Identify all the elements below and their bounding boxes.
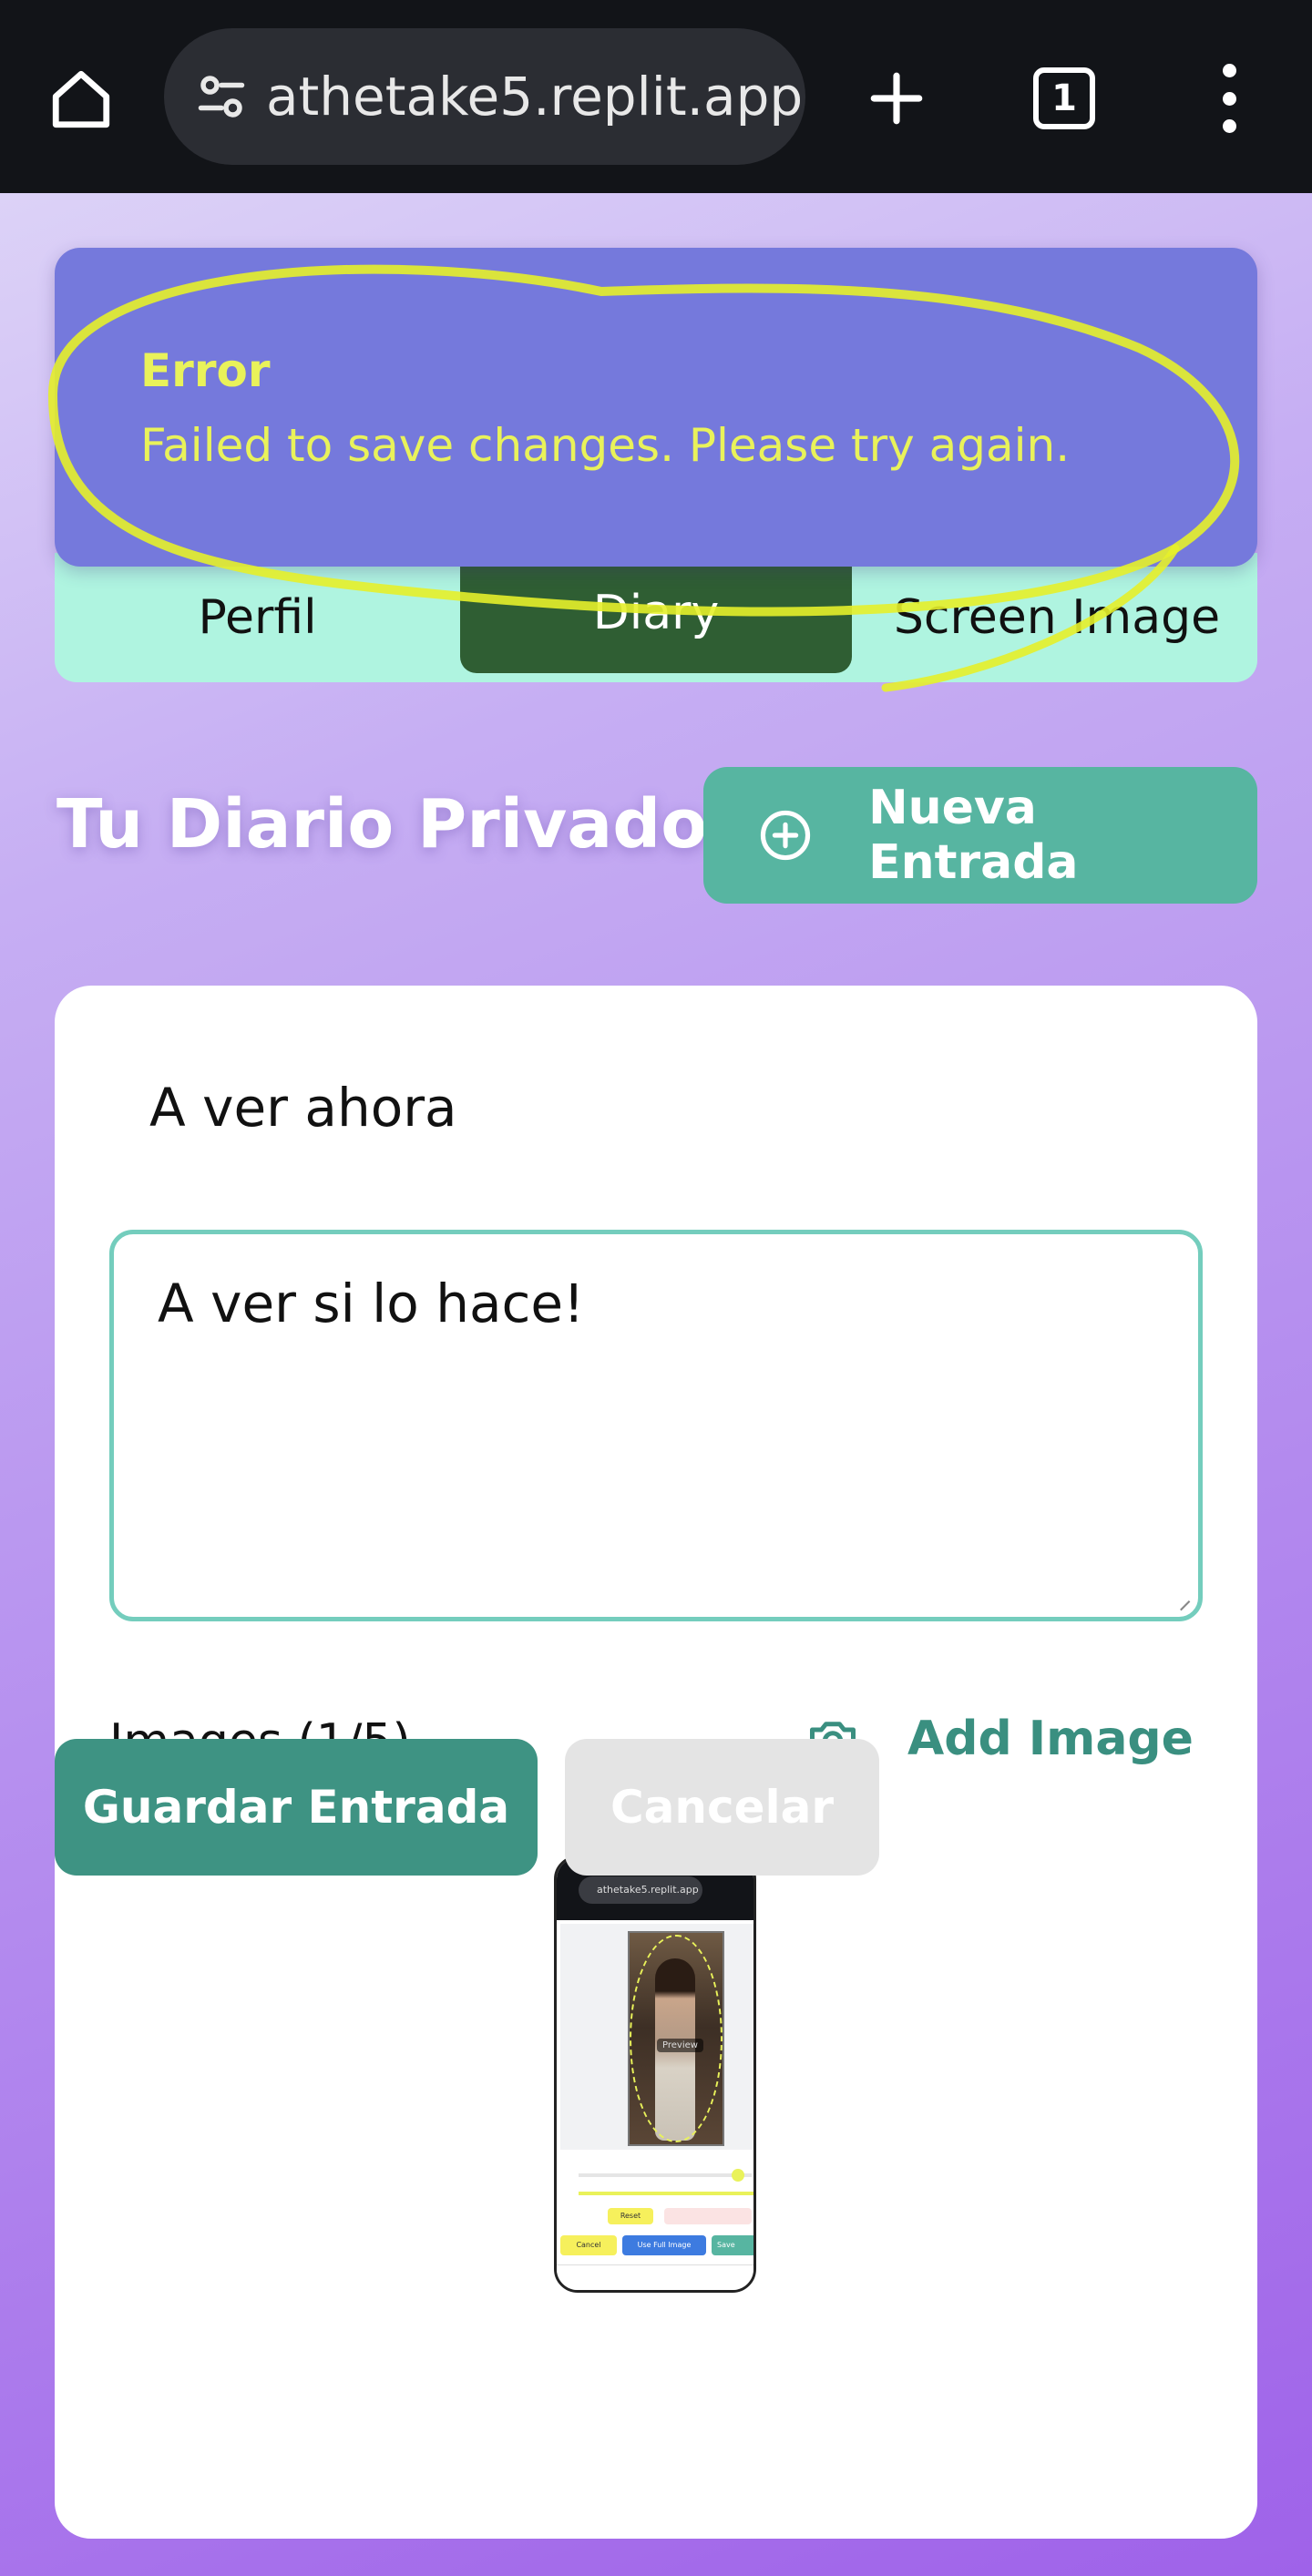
thumbnail-save-label: Save (712, 2235, 753, 2255)
address-bar[interactable]: athetake5.replit.app (164, 28, 805, 165)
error-toast: Error Failed to save changes. Please try… (55, 248, 1257, 567)
tab-count-icon[interactable]: 1 (1033, 67, 1095, 129)
thumbnail-preview-label: Preview (657, 2039, 703, 2052)
page-title: Tu Diario Privado (56, 785, 708, 864)
toast-message: Failed to save changes. Please try again… (140, 419, 1071, 472)
save-entry-button[interactable]: Guardar Entrada (55, 1739, 538, 1876)
image-thumbnail[interactable]: athetake5.replit.app Preview Reset Cance… (554, 1855, 756, 2293)
plus-circle-icon (756, 806, 814, 864)
new-entry-label: Nueva Entrada (868, 781, 1079, 890)
tab-screen-image[interactable]: Screen Image (861, 553, 1253, 682)
entry-body-text: A ver si lo hace! (158, 1273, 585, 1334)
home-icon[interactable] (44, 62, 118, 137)
entry-title-field[interactable]: A ver ahora (149, 1077, 457, 1139)
more-vert-icon[interactable] (1208, 64, 1250, 133)
add-image-label: Add Image (907, 1712, 1194, 1766)
entry-body-textarea[interactable]: A ver si lo hace! (109, 1230, 1203, 1621)
thumbnail-full-label: Use Full Image (622, 2235, 706, 2255)
plus-icon[interactable] (860, 62, 933, 135)
toast-title: Error (140, 344, 271, 397)
tab-perfil[interactable]: Perfil (55, 553, 460, 682)
cancel-button[interactable]: Cancelar (565, 1739, 879, 1876)
browser-toolbar: athetake5.replit.app 1 (0, 0, 1312, 193)
tune-icon[interactable] (190, 65, 253, 128)
thumbnail-url: athetake5.replit.app (579, 1876, 702, 1904)
thumbnail-reset-label: Reset (608, 2208, 653, 2224)
url-text: athetake5.replit.app (266, 66, 804, 128)
resize-grip-icon[interactable] (1178, 1599, 1191, 1611)
app-page: Error Failed to save changes. Please try… (0, 193, 1312, 2576)
new-entry-button[interactable]: Nueva Entrada (703, 767, 1257, 904)
section-tabs: Perfil Diary Screen Image (55, 537, 1257, 682)
thumbnail-cancel-label: Cancel (560, 2235, 617, 2255)
